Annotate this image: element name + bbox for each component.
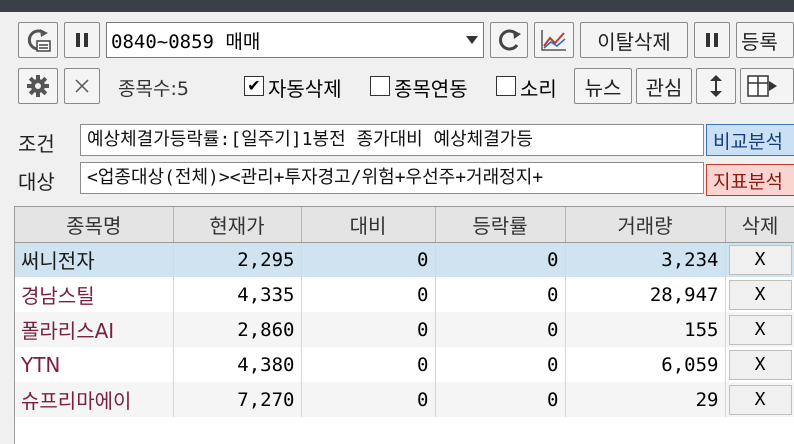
cell-price: 7,270	[173, 382, 302, 417]
col-header-price[interactable]: 현재가	[173, 207, 302, 243]
table-header-row: 종목명 현재가 대비 등락률 거래량 삭제	[15, 207, 794, 243]
toolbar-row-2: 종목수:5 ✔ 자동삭제 종목연동 소리 뉴스 관심	[0, 62, 794, 110]
cell-diff: 0	[301, 347, 436, 382]
toolbar-row-1: 0840~0859 매매 이탈삭제 등록	[0, 12, 794, 62]
table-row[interactable]: 써니전자 2,295 0 0 3,234 X	[15, 242, 794, 277]
delete-row-button[interactable]: X	[728, 384, 792, 415]
cell-price: 4,335	[173, 277, 302, 312]
link-label: 종목연동	[394, 77, 468, 101]
col-header-name[interactable]: 종목명	[15, 207, 174, 243]
stock-table: 종목명 현재가 대비 등락률 거래량 삭제 써니전자 2,295 0 0 3,2…	[14, 206, 794, 444]
pause-icon	[706, 33, 718, 47]
cell-diff: 0	[301, 312, 436, 347]
register-button[interactable]: 등록	[736, 22, 794, 58]
check-mark-icon: ✔	[247, 76, 261, 95]
sound-label: 소리	[520, 77, 557, 101]
delete-row-button[interactable]: X	[728, 314, 792, 345]
delete-row-button[interactable]: X	[728, 244, 792, 275]
col-header-volume[interactable]: 거래량	[565, 207, 726, 243]
col-header-rate[interactable]: 등락률	[435, 207, 566, 243]
delete-row-button[interactable]: X	[728, 349, 792, 380]
cell-delete: X	[725, 312, 794, 347]
table-row[interactable]: YTN 4,380 0 0 6,059 X	[15, 347, 794, 382]
cell-stock-name[interactable]: 경남스틸	[15, 277, 174, 312]
condition-field[interactable]: 예상체결가등락률:[일주기]1봉전 종가대비 예상체결가등	[80, 124, 704, 156]
cell-rate: 0	[435, 277, 566, 312]
sound-checkbox[interactable]	[496, 76, 516, 96]
window-top-bar	[0, 0, 794, 12]
col-header-diff[interactable]: 대비	[301, 207, 436, 243]
updown-arrow-icon	[710, 75, 722, 97]
cell-delete: X	[725, 382, 794, 417]
condition-label: 조건	[18, 132, 55, 156]
condition-select[interactable]: 0840~0859 매매	[106, 22, 484, 58]
auto-delete-label: 자동삭제	[268, 77, 342, 101]
cell-diff: 0	[301, 382, 436, 417]
refresh-button[interactable]	[490, 22, 528, 58]
cell-rate: 0	[435, 347, 566, 382]
cell-price: 2,860	[173, 312, 302, 347]
condition-select-value: 0840~0859 매매	[111, 30, 261, 53]
cell-delete: X	[725, 242, 794, 277]
cell-rate: 0	[435, 242, 566, 277]
compare-analysis-button[interactable]: 비교분석	[706, 124, 794, 156]
cell-stock-name[interactable]: 써니전자	[15, 242, 174, 277]
close-button[interactable]	[64, 68, 100, 104]
gear-icon	[27, 75, 49, 97]
stock-count-label: 종목수:5	[118, 78, 189, 100]
table-row[interactable]: 경남스틸 4,335 0 0 28,947 X	[15, 277, 794, 312]
cell-rate: 0	[435, 382, 566, 417]
news-button[interactable]: 뉴스	[574, 68, 632, 104]
settings-button[interactable]	[18, 68, 58, 104]
delete-row-button[interactable]: X	[728, 279, 792, 310]
cell-delete: X	[725, 277, 794, 312]
cell-volume: 155	[565, 312, 726, 347]
pause-button[interactable]	[64, 22, 100, 58]
dropdown-arrow-icon[interactable]	[461, 23, 483, 57]
grid-export-button[interactable]	[740, 68, 794, 104]
cell-stock-name[interactable]: 슈프리마에이	[15, 382, 174, 417]
cell-price: 4,380	[173, 347, 302, 382]
refresh-print-button[interactable]	[18, 22, 58, 58]
cell-delete: X	[725, 347, 794, 382]
auto-delete-checkbox[interactable]: ✔	[244, 76, 264, 96]
cell-diff: 0	[301, 277, 436, 312]
cell-volume: 29	[565, 382, 726, 417]
watch-button[interactable]: 관심	[636, 68, 692, 104]
cell-rate: 0	[435, 312, 566, 347]
cell-diff: 0	[301, 242, 436, 277]
pause-icon	[76, 33, 88, 47]
condition-panel: 조건 예상체결가등락률:[일주기]1봉전 종가대비 예상체결가등 비교분석 대상…	[0, 118, 794, 202]
pause-button-2[interactable]	[694, 22, 730, 58]
target-field[interactable]: <업종대상(전체)><관리+투자경고/위험+우선주+거래정지+	[80, 162, 704, 194]
deviation-delete-button[interactable]: 이탈삭제	[580, 22, 688, 58]
close-icon	[75, 79, 89, 93]
indicator-analysis-button[interactable]: 지표분석	[706, 164, 794, 196]
cell-stock-name[interactable]: 폴라리스AI	[15, 312, 174, 347]
cell-stock-name[interactable]: YTN	[15, 347, 174, 382]
refresh-print-icon	[27, 29, 51, 52]
target-label: 대상	[18, 170, 55, 194]
updown-button[interactable]	[696, 68, 736, 104]
table-row[interactable]: 슈프리마에이 7,270 0 0 29 X	[15, 382, 794, 417]
cell-volume: 3,234	[565, 242, 726, 277]
link-checkbox[interactable]	[370, 76, 390, 96]
cell-volume: 6,059	[565, 347, 726, 382]
chart-icon	[541, 30, 566, 51]
grid-export-icon	[747, 75, 777, 97]
chart-button[interactable]	[534, 22, 574, 58]
cell-volume: 28,947	[565, 277, 726, 312]
cell-price: 2,295	[173, 242, 302, 277]
col-header-delete[interactable]: 삭제	[725, 207, 794, 243]
table-row[interactable]: 폴라리스AI 2,860 0 0 155 X	[15, 312, 794, 347]
refresh-icon	[499, 29, 521, 51]
